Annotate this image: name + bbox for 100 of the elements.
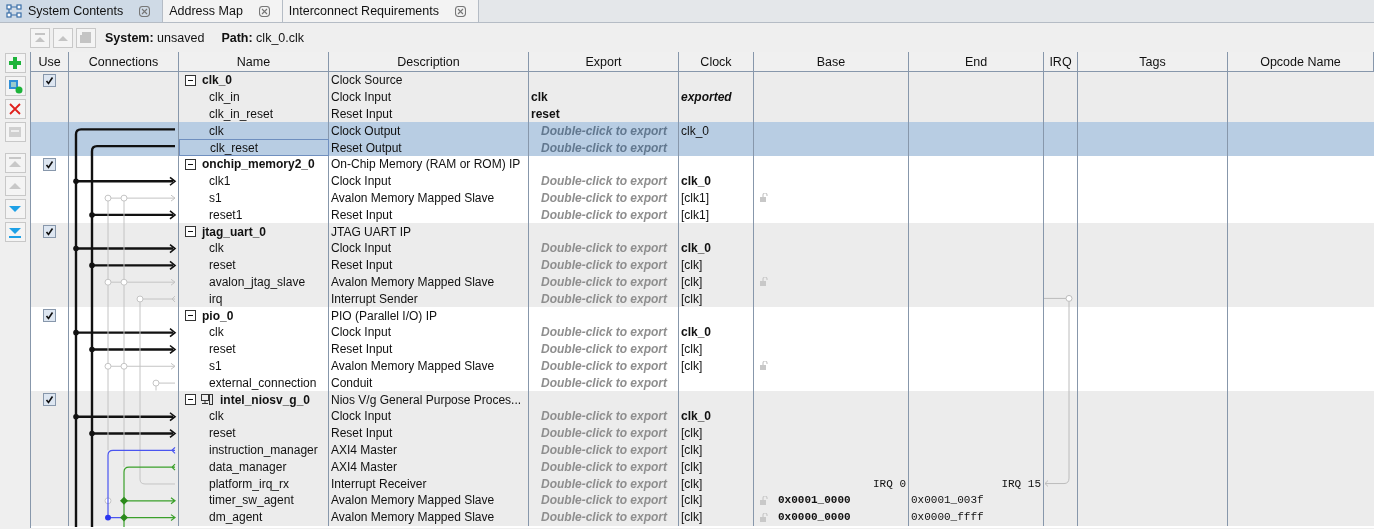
computer-icon [200,393,214,407]
component-description: On-Chip Memory (RAM or ROM) IP [331,157,521,172]
port-description: Reset Input [331,207,393,222]
lock-icon[interactable] [760,361,768,371]
column-header[interactable]: Name [179,52,329,71]
port-description: Reset Input [331,107,393,121]
add-icon [7,55,23,71]
add-component-button[interactable] [4,76,26,96]
port-name[interactable]: clk [209,409,224,424]
clock-value: [clk] [681,291,703,306]
tab[interactable]: System Contents [0,0,164,22]
port-name[interactable]: irq [209,291,223,306]
component-description: JTAG UART IP [331,224,411,239]
clock-value: [clk] [681,342,703,357]
end-value: 0x0001_003f [911,494,984,507]
edit-icon [7,124,23,140]
port-name[interactable]: external_connection [209,375,317,390]
port-name[interactable]: reset [209,342,236,357]
collapse-icon[interactable] [185,394,196,406]
port-description: Clock Input [331,409,392,424]
column-header[interactable]: End [909,52,1044,71]
collapse-icon[interactable] [185,74,196,86]
collapse-icon[interactable] [185,310,196,322]
port-name[interactable]: clk [209,325,224,340]
export-value[interactable]: reset [531,107,560,121]
component-icon [79,30,93,45]
port-name[interactable]: reset [209,258,236,273]
use-checkbox[interactable] [43,225,56,239]
clock-value: clk_0 [681,409,712,424]
port-description: Avalon Memory Mapped Slave [331,510,495,525]
clock-value: [clk] [681,274,703,289]
port-description: Avalon Memory Mapped Slave [331,358,495,373]
export-value[interactable]: clk [531,90,548,105]
port-description: Interrupt Receiver [331,476,427,491]
column-header[interactable]: Clock [679,52,754,71]
port-name[interactable]: clk1 [209,174,231,189]
remove-icon [7,101,23,117]
move-bottom-button[interactable] [4,222,26,242]
close-icon[interactable] [139,5,151,17]
component-name: intel_niosv_g_0 [220,392,311,407]
clock-value: clk_0 [681,123,709,138]
clock-value: [clk] [681,510,703,525]
end-value: IRQ 15 [1001,477,1042,490]
base-value: 0x0001_0000 [778,494,851,507]
use-checkbox[interactable] [43,309,56,323]
column-header[interactable]: Export [529,52,679,71]
move-down-button[interactable] [4,199,26,219]
port-name[interactable]: clk_in [209,90,240,105]
port-name[interactable]: s1 [209,190,222,205]
port-description: Conduit [331,375,373,390]
port-name[interactable]: clk [209,123,224,138]
port-description: AXI4 Master [331,442,398,457]
port-name[interactable]: data_manager [209,459,287,474]
column-header[interactable]: Opcode Name [1228,52,1374,71]
column-header[interactable]: Base [754,52,909,71]
clock-value: [clk] [681,459,703,474]
component-name: pio_0 [202,308,234,323]
end-value: 0x0000_ffff [911,511,984,524]
use-checkbox[interactable] [43,157,56,171]
column-header[interactable]: IRQ [1044,52,1078,71]
port-description: Clock Output [331,123,401,138]
component-description: PIO (Parallel I/O) IP [331,308,438,323]
port-name[interactable]: timer_sw_agent [209,493,294,508]
port-description: Clock Input [331,174,392,189]
clock-value: [clk1] [681,207,709,222]
clock-value: [clk] [681,258,703,273]
lock-icon[interactable] [760,193,768,203]
use-checkbox[interactable] [43,73,56,87]
port-name[interactable]: avalon_jtag_slave [209,274,306,289]
port-name[interactable]: s1 [209,358,222,373]
port-description: Clock Input [331,90,392,105]
column-header[interactable]: Connections [69,52,179,71]
port-name[interactable]: platform_irq_rx [209,476,290,491]
port-description: Interrupt Sender [331,291,418,306]
column-header[interactable]: Use [31,52,69,71]
component-name: clk_0 [202,73,233,88]
clock-value: clk_0 [681,325,712,340]
column-header[interactable]: Tags [1078,52,1228,71]
path-label: Path: clk_0.clk [221,30,305,45]
collapse-icon[interactable] [185,226,196,238]
clock-value: clk_0 [681,174,712,189]
add-button[interactable] [4,53,26,73]
port-name[interactable]: reset1 [209,207,243,222]
tab[interactable]: Address Map [163,0,283,22]
port-name[interactable]: clk [209,241,224,256]
use-checkbox[interactable] [43,393,56,407]
close-icon[interactable] [258,5,270,17]
close-icon[interactable] [454,5,466,17]
port-name[interactable]: reset [209,426,236,441]
remove-button[interactable] [4,99,26,119]
port-name[interactable]: instruction_manager [209,442,318,457]
tab[interactable]: Interconnect Requirements [282,0,479,22]
port-name[interactable]: dm_agent [209,510,263,525]
column-header[interactable]: Description [329,52,529,71]
base-value: IRQ 0 [873,477,907,490]
clock-value: [clk] [681,493,703,508]
port-name[interactable]: clk_in_reset [209,107,274,121]
clock-value: [clk] [681,442,703,457]
collapse-icon[interactable] [185,158,196,170]
component-description: Clock Source [331,73,403,88]
